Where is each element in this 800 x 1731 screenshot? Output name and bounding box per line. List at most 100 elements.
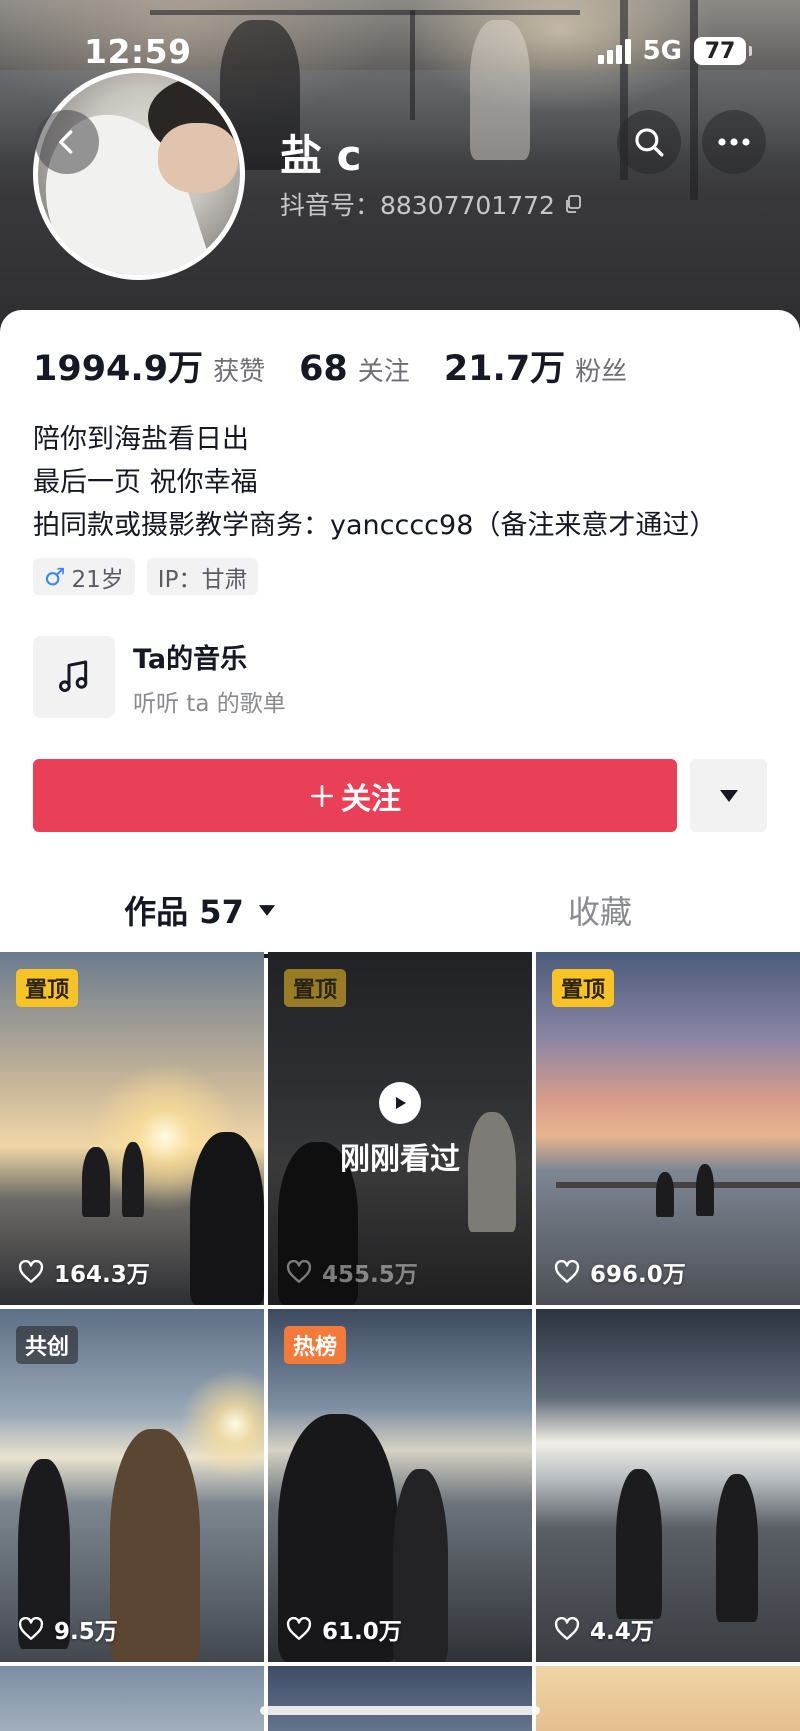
- video-tile[interactable]: 4.4万: [536, 1309, 800, 1662]
- heart-icon: [286, 1617, 312, 1640]
- copy-icon[interactable]: [563, 194, 583, 214]
- video-tile[interactable]: 共创 9.5万: [0, 1309, 264, 1662]
- tab-favorites[interactable]: 收藏: [400, 870, 800, 950]
- bio-line: 最后一页 祝你幸福: [33, 467, 258, 498]
- profile-header: 12:59 5G 77 盐 c 抖音号：88307701772: [0, 0, 800, 340]
- music-entry[interactable]: Ta的音乐 听听 ta 的歌单: [33, 636, 286, 718]
- pinned-badge: 置顶: [552, 969, 615, 1007]
- video-tile[interactable]: 热榜 61.0万: [268, 1309, 532, 1662]
- video-likes: 164.3万: [18, 1255, 150, 1289]
- bio-line: 拍同款或摄影教学商务：yancccc98（备注来意才通过）: [33, 510, 717, 541]
- video-tile[interactable]: [536, 1666, 800, 1731]
- video-likes: 9.5万: [18, 1612, 118, 1646]
- video-figure: [110, 1429, 200, 1662]
- video-likes-count: 696.0万: [590, 1262, 686, 1288]
- video-figure: [190, 1132, 264, 1305]
- stat-likes-label: 获赞: [213, 357, 266, 387]
- heart-icon: [554, 1260, 580, 1283]
- stat-followers[interactable]: 21.7万 粉丝: [444, 340, 627, 391]
- more-dots-icon: [718, 138, 750, 146]
- stat-likes[interactable]: 1994.9万 获赞: [33, 340, 265, 391]
- ip-tag: IP：甘肃: [146, 558, 259, 595]
- signal-icon: [597, 38, 631, 64]
- tab-favorites-label: 收藏: [567, 893, 632, 931]
- video-figure: [716, 1474, 758, 1622]
- video-likes-count: 61.0万: [322, 1619, 402, 1645]
- video-figure: [122, 1142, 144, 1217]
- trending-badge: 热榜: [284, 1326, 347, 1364]
- follow-button[interactable]: 关注: [33, 759, 677, 832]
- video-tile[interactable]: [268, 1666, 532, 1731]
- stat-followers-label: 粉丝: [575, 357, 628, 387]
- music-subtitle: 听听 ta 的歌单: [133, 690, 286, 717]
- heart-icon: [554, 1617, 580, 1640]
- video-likes: 4.4万: [554, 1612, 654, 1646]
- video-likes: 455.5万: [286, 1255, 418, 1289]
- video-figure: [696, 1164, 714, 1216]
- recommend-dropdown-button[interactable]: [690, 759, 767, 832]
- battery-icon: 77: [694, 37, 752, 65]
- tab-works[interactable]: 作品 57: [0, 870, 400, 950]
- triangle-down-icon: [719, 789, 738, 802]
- chevron-left-icon: [59, 130, 73, 154]
- co-create-badge: 共创: [16, 1326, 79, 1364]
- video-figure: [616, 1469, 662, 1619]
- home-indicator[interactable]: [260, 1706, 540, 1715]
- video-likes: 696.0万: [554, 1255, 686, 1289]
- stat-following-label: 关注: [357, 357, 410, 387]
- music-note-icon: [33, 636, 115, 718]
- search-icon: [635, 128, 664, 157]
- profile-card: 1994.9万 获赞 68 关注 21.7万 粉丝 陪你到海盐看日出 最后一页 …: [0, 310, 800, 1731]
- play-icon: [379, 1082, 421, 1124]
- age-text: 21岁: [71, 566, 124, 593]
- ip-text: IP：甘肃: [157, 566, 248, 593]
- music-title: Ta的音乐: [133, 643, 248, 675]
- stat-likes-value: 1994.9万: [33, 349, 204, 389]
- stat-following[interactable]: 68 关注: [299, 349, 410, 389]
- profile-stats: 1994.9万 获赞 68 关注 21.7万 粉丝: [33, 340, 661, 391]
- recently-viewed-label: 刚刚看过: [340, 1142, 460, 1177]
- triangle-down-icon: [258, 904, 275, 916]
- tab-works-label: 作品 57: [124, 893, 244, 931]
- video-likes-count: 4.4万: [590, 1619, 654, 1645]
- plus-icon: [310, 784, 334, 807]
- search-button[interactable]: [617, 110, 681, 174]
- profile-tags: ♂ 21岁 IP：甘肃: [33, 558, 259, 595]
- heart-icon: [286, 1260, 312, 1283]
- video-likes-count: 455.5万: [322, 1262, 418, 1288]
- douyin-id-text: 抖音号：88307701772: [280, 191, 555, 220]
- age-tag: ♂ 21岁: [33, 558, 135, 595]
- video-likes-count: 164.3万: [54, 1262, 150, 1288]
- video-likes-count: 9.5万: [54, 1619, 118, 1645]
- male-icon: ♂: [44, 562, 66, 591]
- video-figure: [656, 1172, 674, 1217]
- sun-glare: [180, 1369, 264, 1479]
- battery-level: 77: [704, 38, 736, 64]
- video-tile[interactable]: [0, 1666, 264, 1731]
- bio-line: 陪你到海盐看日出: [33, 424, 249, 455]
- heart-icon: [18, 1617, 44, 1640]
- stat-followers-value: 21.7万: [443, 349, 566, 389]
- network-type: 5G: [642, 36, 682, 66]
- pinned-badge: 置顶: [284, 969, 347, 1007]
- video-likes: 61.0万: [286, 1612, 402, 1646]
- profile-tabs: 作品 57 收藏: [0, 870, 800, 960]
- video-figure: [82, 1147, 110, 1217]
- avatar[interactable]: [33, 68, 245, 280]
- more-button[interactable]: [702, 110, 766, 174]
- douyin-id[interactable]: 抖音号：88307701772: [280, 186, 583, 222]
- status-time: 12:59: [84, 32, 192, 71]
- pinned-badge: 置顶: [16, 969, 79, 1007]
- video-tile[interactable]: 置顶 696.0万: [536, 952, 800, 1305]
- stat-following-value: 68: [299, 349, 348, 389]
- status-indicators: 5G 77: [597, 36, 752, 66]
- profile-bio: 陪你到海盐看日出 最后一页 祝你幸福 拍同款或摄影教学商务：yancccc98（…: [33, 418, 716, 547]
- profile-nickname: 盐 c: [280, 131, 362, 180]
- follow-button-label: 关注: [341, 781, 401, 817]
- back-button[interactable]: [35, 110, 99, 174]
- recently-viewed-overlay: 刚刚看过: [268, 1082, 532, 1178]
- video-tile[interactable]: 置顶 刚刚看过 455.5万: [268, 952, 532, 1305]
- video-tile[interactable]: 置顶 164.3万: [0, 952, 264, 1305]
- video-rail: [556, 1182, 800, 1188]
- heart-icon: [18, 1260, 44, 1283]
